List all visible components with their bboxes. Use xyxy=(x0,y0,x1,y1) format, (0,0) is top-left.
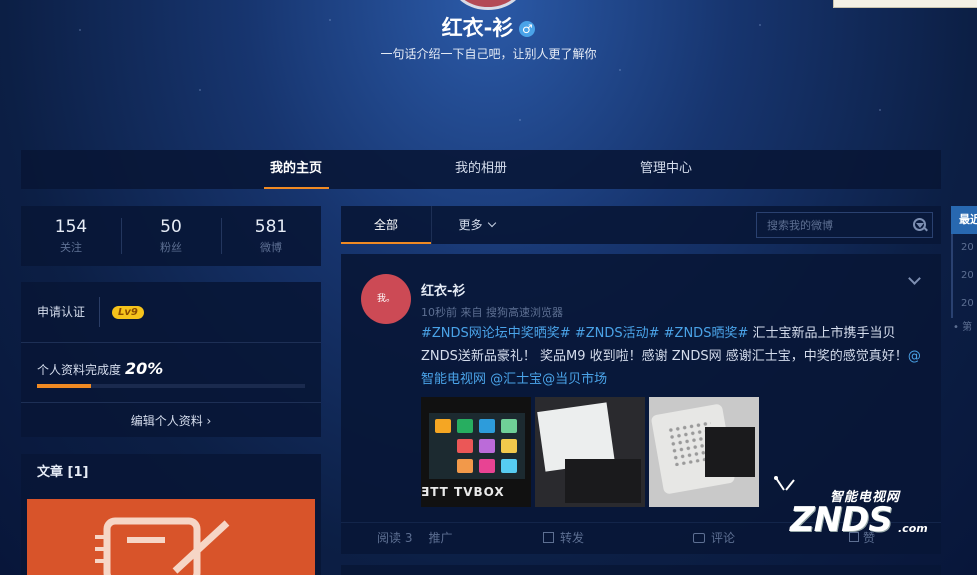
recent-sidebar: 最近 20 20 20 • 第 xyxy=(951,206,977,346)
stat-weibo-label: 微博 xyxy=(260,241,282,254)
male-gender-icon: ♂ xyxy=(519,21,536,37)
app-tile xyxy=(479,419,495,433)
tvbox-label: ƎTT TVBOX xyxy=(421,485,505,499)
cert-row: 申请认证 Lv9 xyxy=(21,282,321,343)
app-tile xyxy=(501,419,517,433)
article-thumbnail[interactable] xyxy=(27,499,315,575)
post-image-router[interactable] xyxy=(649,397,759,507)
post-text: #ZNDS网论坛中奖晒奖# #ZNDS活动# #ZNDS晒奖# 汇士宝新品上市携… xyxy=(421,322,921,391)
feed-toolbar: 全部 更多 xyxy=(341,206,941,244)
level-badge[interactable]: Lv9 xyxy=(112,305,144,319)
share-icon xyxy=(543,532,554,543)
stat-weibo-count: 581 xyxy=(254,217,288,237)
app-tile xyxy=(457,419,473,433)
stat-following[interactable]: 154 关注 xyxy=(21,206,121,266)
dark-box-graphic xyxy=(705,427,755,477)
post-mention[interactable]: @当贝市场 xyxy=(542,372,607,387)
comment-button[interactable]: 评论 xyxy=(693,529,735,546)
profile-name-text: 红衣-衫 xyxy=(441,16,514,40)
chevron-down-icon xyxy=(487,218,496,228)
stats-panel: 154 关注 50 粉丝 581 微博 xyxy=(21,206,321,266)
weibo-search xyxy=(756,212,933,238)
profile-bio[interactable]: 一句话介绍一下自己吧，让别人更了解你 xyxy=(0,45,977,62)
promote-link[interactable]: 推广 xyxy=(428,529,452,546)
articles-title[interactable]: 文章 [1] xyxy=(21,454,321,492)
apply-cert-link[interactable]: 申请认证 xyxy=(37,297,101,327)
stat-fans-count: 50 xyxy=(160,217,182,237)
dark-box-graphic xyxy=(565,459,641,503)
completeness-label: 个人资料完成度 xyxy=(37,363,122,377)
post-image-box[interactable] xyxy=(535,397,645,507)
post-meta: 10秒前 来自 搜狗高速浏览器 xyxy=(421,306,563,319)
feed-tab-all[interactable]: 全部 xyxy=(341,206,431,244)
search-input[interactable] xyxy=(757,218,912,232)
read-count: 阅读 3 xyxy=(377,531,413,545)
stat-following-count: 154 xyxy=(54,217,88,237)
feed-tab-more-label: 更多 xyxy=(458,218,483,232)
feed-tab-more[interactable]: 更多 xyxy=(431,206,521,244)
app-tile xyxy=(479,439,495,453)
post-images: ƎTT TVBOX xyxy=(421,397,759,507)
stat-following-label: 关注 xyxy=(60,241,82,254)
post-tag[interactable]: #ZNDS活动# xyxy=(575,326,660,341)
comment-label: 评论 xyxy=(711,531,736,545)
app-tile xyxy=(435,419,451,433)
recent-more[interactable]: • 第 xyxy=(951,318,977,333)
app-tile xyxy=(501,439,517,453)
tv-screen-graphic xyxy=(429,413,525,479)
app-tile xyxy=(457,439,473,453)
tab-my-album[interactable]: 我的相册 xyxy=(389,150,574,189)
stat-weibo[interactable]: 581 微博 xyxy=(221,206,321,266)
post-image-tvbox[interactable]: ƎTT TVBOX xyxy=(421,397,531,507)
recent-item[interactable]: 20 xyxy=(951,290,977,318)
post-author-name[interactable]: 红衣-衫 xyxy=(421,280,465,299)
post-options-chevron-icon[interactable] xyxy=(908,272,921,285)
watermark-logo: ZNDS xyxy=(790,500,893,540)
top-tooltip xyxy=(833,0,977,8)
article-edit-icon xyxy=(95,517,230,575)
post-tag[interactable]: #ZNDS晒奖# xyxy=(664,326,749,341)
profile-info-panel: 申请认证 Lv9 个人资料完成度 20% 编辑个人资料 › xyxy=(21,282,321,437)
stat-fans-label: 粉丝 xyxy=(160,241,182,254)
share-button[interactable]: 转发 xyxy=(543,529,584,546)
app-tile xyxy=(457,459,473,473)
next-post xyxy=(341,565,941,575)
completeness-percent: 20% xyxy=(125,359,164,378)
post-tag[interactable]: #ZNDS网论坛中奖晒奖# xyxy=(421,326,571,341)
recent-item[interactable]: 20 xyxy=(951,234,977,262)
post-mention[interactable]: @汇士宝 xyxy=(490,372,542,387)
post-author-avatar[interactable]: 我。 xyxy=(361,274,411,324)
profile-name: 红衣-衫 ♂ xyxy=(0,12,977,42)
share-label: 转发 xyxy=(560,531,585,545)
app-tile xyxy=(501,459,517,473)
recent-item[interactable]: 20 xyxy=(951,262,977,290)
profile-completeness: 个人资料完成度 20% xyxy=(21,343,321,403)
watermark-domain: .com xyxy=(898,522,928,535)
recent-title: 最近 xyxy=(951,206,977,234)
edit-profile-link[interactable]: 编辑个人资料 › xyxy=(21,403,321,437)
comment-icon xyxy=(693,533,705,543)
profile-nav: 我的主页 我的相册 管理中心 xyxy=(21,150,941,189)
articles-panel: 文章 [1] xyxy=(21,454,321,575)
app-tile xyxy=(479,459,495,473)
stat-fans[interactable]: 50 粉丝 xyxy=(121,206,221,266)
completeness-progress-bar xyxy=(37,384,305,388)
completeness-progress-fill xyxy=(37,384,91,388)
znds-watermark: 智能电视网 ZNDS .com xyxy=(770,476,940,546)
tab-my-home[interactable]: 我的主页 xyxy=(204,150,389,189)
tab-manage-center[interactable]: 管理中心 xyxy=(574,150,759,189)
